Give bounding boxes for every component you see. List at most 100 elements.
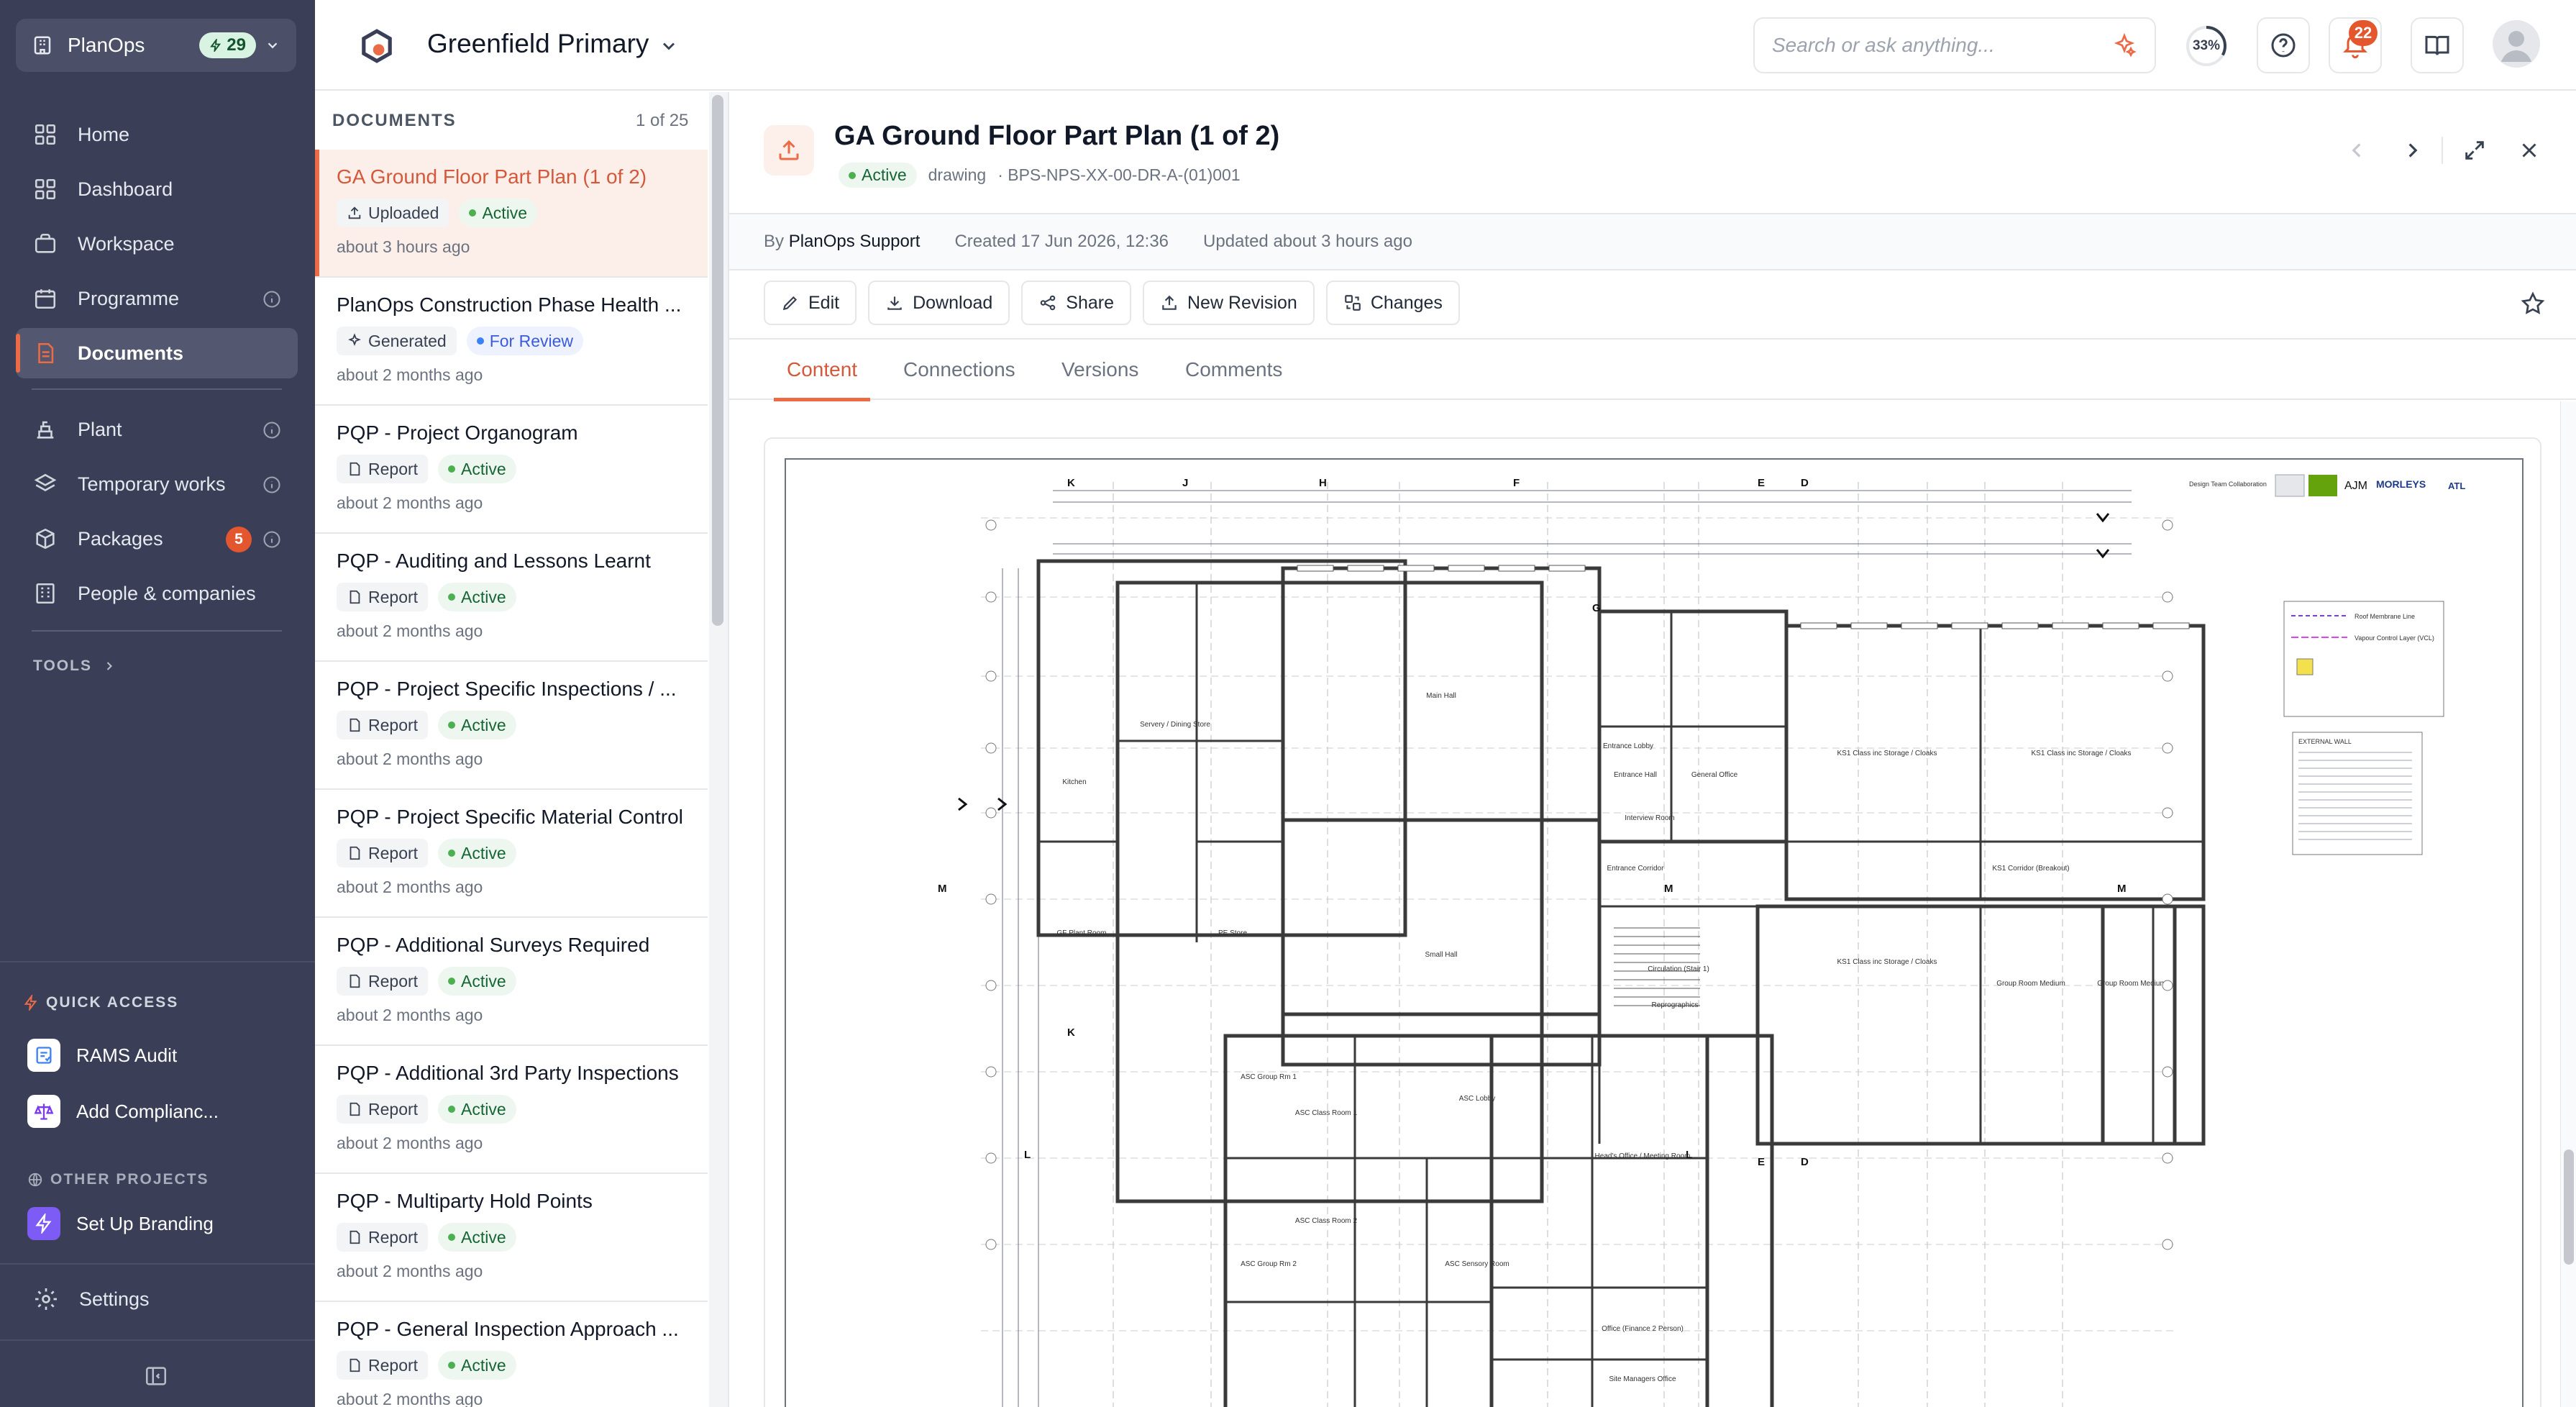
document-list-item[interactable]: PQP - Project Specific Inspections / ...… — [315, 662, 708, 790]
document-item-tags: Uploaded Active — [337, 199, 708, 227]
status-dot — [448, 465, 456, 473]
sidebar-collapse-icon[interactable] — [144, 1364, 168, 1388]
tab-connections[interactable]: Connections — [903, 340, 1015, 400]
info-icon[interactable] — [262, 420, 282, 440]
tab-content[interactable]: Content — [773, 340, 871, 401]
grid-bubble — [2162, 1239, 2173, 1250]
info-icon[interactable] — [262, 529, 282, 550]
info-icon[interactable] — [262, 475, 282, 495]
nav-plant[interactable]: Plant — [16, 404, 298, 455]
document-info-row: By PlanOps Support Created 17 Jun 2026, … — [729, 213, 2576, 270]
tools-toggle[interactable]: TOOLS — [33, 657, 117, 675]
document-list-scroll-thumb[interactable] — [712, 95, 723, 626]
document-list-item[interactable]: PQP - Project Specific Material Control R… — [315, 790, 708, 918]
room-label: Entrance Corridor — [1607, 865, 1665, 873]
nav-dashboard-label: Dashboard — [78, 178, 173, 200]
grid-bubble — [2162, 980, 2173, 991]
nav-temporary-works-label: Temporary works — [78, 473, 226, 495]
quick-access-rams-audit[interactable]: RAMS Audit — [27, 1039, 177, 1072]
document-list-item[interactable]: PQP - Project Organogram Report Active abou… — [315, 406, 708, 534]
search-input[interactable] — [1772, 34, 2103, 57]
search-box[interactable] — [1753, 17, 2156, 73]
document-list-item[interactable]: GA Ground Floor Part Plan (1 of 2) Upload… — [315, 150, 708, 278]
close-icon[interactable] — [2517, 138, 2541, 163]
document-list-item[interactable]: PQP - Auditing and Lessons Learnt Report A… — [315, 534, 708, 662]
header-divider — [2442, 137, 2443, 164]
chevron-down-icon[interactable] — [659, 36, 679, 56]
nav-workspace[interactable]: Workspace — [16, 219, 298, 269]
edit-button[interactable]: Edit — [764, 281, 857, 325]
tab-comments[interactable]: Comments — [1185, 340, 1282, 400]
grid-bubble — [985, 893, 997, 905]
document-item-tags: Report Active — [337, 583, 708, 611]
room-label: ASC Group Rm 1 — [1241, 1073, 1297, 1081]
docs-button[interactable] — [2411, 17, 2464, 73]
grid-label: L — [1686, 1149, 1692, 1161]
previous-document-icon[interactable] — [2344, 138, 2369, 163]
nav-programme[interactable]: Programme — [16, 273, 298, 324]
other-project-set-up-branding[interactable]: Set Up Branding — [27, 1207, 214, 1240]
share-button[interactable]: Share — [1021, 281, 1131, 325]
org-switcher[interactable]: PlanOps 29 — [16, 19, 296, 72]
sparkle-icon[interactable] — [2111, 32, 2137, 58]
project-name[interactable]: Greenfield Primary — [427, 29, 649, 59]
floor-plan-drawing[interactable]: Kitchen Servery / Dining Store Main Hall En… — [765, 439, 2541, 1407]
status-badge: Active — [839, 163, 917, 188]
grid-bubble — [2162, 893, 2173, 905]
credits-badge[interactable]: 29 — [199, 32, 256, 58]
star-icon[interactable] — [2520, 291, 2546, 317]
legend-text: Vapour Control Layer (VCL) — [2355, 634, 2434, 642]
nav-documents[interactable]: Documents — [16, 328, 298, 378]
window — [2052, 622, 2089, 629]
room-label: Servery / Dining Store — [1140, 721, 1210, 729]
info-icon[interactable] — [262, 289, 282, 309]
detail-scroll-thumb[interactable] — [2564, 1149, 2574, 1265]
setup-progress-indicator[interactable]: 33% — [2185, 24, 2228, 68]
nav-packages[interactable]: Packages 5 — [16, 514, 298, 564]
user-avatar[interactable] — [2493, 20, 2540, 68]
new-revision-label: New Revision — [1187, 292, 1297, 313]
status-dot — [448, 721, 456, 729]
download-button[interactable]: Download — [868, 281, 1010, 325]
drawing-viewer[interactable]: Kitchen Servery / Dining Store Main Hall En… — [764, 437, 2541, 1407]
document-item-tags: Report Active — [337, 967, 708, 996]
package-icon — [36, 528, 55, 550]
document-list-item[interactable]: PlanOps Construction Phase Health ... Gen… — [315, 278, 708, 406]
document-list-item[interactable]: PQP - Additional 3rd Party Inspections Re… — [315, 1046, 708, 1174]
notifications-button[interactable]: 22 — [2329, 17, 2382, 73]
expand-icon[interactable] — [2462, 138, 2487, 163]
nav-temporary-works[interactable]: Temporary works — [16, 459, 298, 509]
window — [1951, 622, 1988, 629]
set-up-branding-label: Set Up Branding — [76, 1212, 214, 1234]
nav-home[interactable]: Home — [16, 109, 298, 160]
quick-access-add-compliance[interactable]: Add Complianc... — [27, 1095, 219, 1128]
upload-icon — [348, 206, 361, 219]
help-button[interactable] — [2257, 17, 2310, 73]
document-item-tags: Generated For Review — [337, 327, 708, 355]
status-label: Active — [862, 165, 907, 184]
next-document-icon[interactable] — [2401, 138, 2425, 163]
detail-scrollbar[interactable] — [2560, 401, 2576, 1407]
document-item-title: PQP - Project Specific Inspections / ... — [337, 678, 677, 700]
document-list-item[interactable]: PQP - Additional Surveys Required Report A… — [315, 918, 708, 1046]
new-revision-button[interactable]: New Revision — [1143, 281, 1315, 325]
nav-dashboard[interactable]: Dashboard — [16, 164, 298, 214]
document-title: GA Ground Floor Part Plan (1 of 2) — [834, 121, 1280, 151]
document-list-item[interactable]: PQP - Multiparty Hold Points Report Active… — [315, 1174, 708, 1302]
document-item-time: about 2 months ago — [337, 493, 483, 512]
changes-button[interactable]: Changes — [1325, 281, 1460, 325]
share-icon — [1040, 295, 1056, 311]
grid-label: M — [1664, 883, 1673, 895]
app-logo-icon[interactable] — [358, 27, 396, 65]
nav-settings[interactable]: Settings — [33, 1286, 150, 1312]
tab-versions[interactable]: Versions — [1061, 340, 1138, 400]
document-list-item[interactable]: PQP - General Inspection Approach ... Rep… — [315, 1302, 708, 1407]
document-item-time: about 3 hours ago — [337, 237, 470, 256]
nav-people-companies[interactable]: People & companies — [16, 568, 298, 619]
pencil-icon — [782, 296, 798, 311]
chevron-right-icon — [106, 662, 112, 670]
document-list-count: 1 of 25 — [636, 111, 689, 130]
room-label: KS1 Class inc Storage / Cloaks — [1837, 750, 1937, 757]
settings-label: Settings — [79, 1288, 150, 1310]
status-label: Active — [461, 459, 506, 478]
